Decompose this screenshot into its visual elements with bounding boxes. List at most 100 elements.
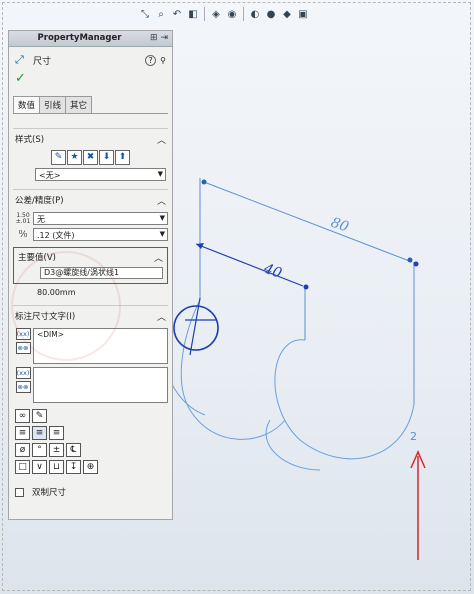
center-dimension-icon[interactable]: ⊗⊗ (15, 342, 31, 354)
dual-dimension-row: 双制尺寸 (15, 486, 166, 498)
style-icon-row: ✎ ★ ✖ ⬇ ⬆ (13, 150, 168, 165)
dimension-text-box-top[interactable]: <DIM> (33, 328, 168, 364)
dual-dimension-checkbox[interactable] (15, 487, 24, 497)
primary-value-group: 主要值(V) ︿ D3@螺旋线/涡状线1 (13, 247, 168, 284)
apply-default-style-icon[interactable]: ✎ (51, 150, 66, 165)
dimension-text-title[interactable]: 标注尺寸文字(I) ︿ (13, 308, 168, 325)
countersink-icon[interactable]: ∨ (32, 460, 47, 474)
tab-leader[interactable]: 引线 (39, 96, 67, 113)
tolerance-type-row: 1.50 ±.01 无 ▼ (13, 212, 168, 225)
tab-value[interactable]: 数值 (13, 96, 41, 113)
view-settings-icon[interactable]: ▣ (296, 7, 310, 21)
dimension-text-value: <DIM> (37, 330, 65, 339)
dual-dimension-label: 双制尺寸 (32, 488, 67, 498)
align-center-icon[interactable]: ≡ (32, 426, 47, 440)
plus-minus-icon[interactable]: ± (49, 443, 64, 457)
dimension-text-row-1: (xx) ⊗⊗ <DIM> (13, 328, 168, 364)
zoom-area-icon[interactable]: ⌕ (154, 7, 168, 21)
square-icon[interactable]: □ (15, 460, 30, 474)
dimension-40-text[interactable]: 40 (261, 260, 284, 282)
helix-curve[interactable] (161, 299, 415, 471)
pin-feature-icon[interactable]: ⚲ (160, 56, 166, 65)
symbol-icon-row-a: ø ° ± ℄ (15, 443, 166, 457)
chevron-up-icon[interactable]: ︿ (154, 251, 163, 264)
ok-checkmark-icon[interactable]: ✓ (9, 69, 172, 88)
dropdown-arrow-icon: ▼ (157, 170, 163, 178)
dimension-40[interactable]: 40 (195, 243, 309, 340)
style-group-title[interactable]: 样式(S) ︿ (13, 131, 168, 148)
panel-tabs: 数值 引线 其它 (13, 96, 168, 113)
tolerance-group-label: 公差/精度(P) (15, 196, 64, 206)
toolbar-divider (243, 7, 244, 21)
zoom-to-fit-icon[interactable]: ⤡ (138, 7, 152, 21)
align-right-icon[interactable]: ≡ (49, 426, 64, 440)
red-pointer-arrow (410, 450, 426, 560)
dimension-text-label: 标注尺寸文字(I) (15, 312, 76, 322)
depth-icon[interactable]: ↧ (66, 460, 81, 474)
style-dropdown-value: <无> (39, 171, 61, 180)
hide-show-icon[interactable]: ◐ (248, 7, 262, 21)
dropdown-arrow-icon: ▼ (159, 230, 165, 238)
inspection-icon[interactable]: (xx) (15, 367, 31, 379)
feature-name: 尺寸 (33, 56, 52, 67)
text-button-column: (xx) ⊗⊗ (13, 367, 33, 393)
help-icon[interactable]: ? (145, 54, 157, 66)
more-symbols-icon[interactable]: ⊕ (83, 460, 98, 474)
toolbar-divider (204, 7, 205, 21)
style-dropdown[interactable]: <无> ▼ (35, 168, 166, 181)
symbol-icon-row-b: □ ∨ ⊔ ↧ ⊕ (15, 460, 166, 474)
tolerance-type-icon: 1.50 ±.01 (15, 211, 31, 225)
update-style-icon[interactable]: ★ (67, 150, 82, 165)
dimension-80-text[interactable]: 80 (329, 215, 351, 236)
tolerance-type-dropdown[interactable]: 无 ▼ (33, 212, 168, 225)
precision-value: .12 (文件) (37, 231, 75, 240)
text-button-column: (xx) ⊗⊗ (13, 328, 33, 354)
marker-2-label: 2 (410, 430, 417, 443)
remove-icon[interactable]: ✎ (32, 409, 47, 423)
precision-dropdown[interactable]: .12 (文件) ▼ (33, 228, 168, 241)
chevron-up-icon[interactable]: ︿ (157, 310, 166, 323)
heads-up-view-toolbar: ⤡ ⌕ ↶ ◧ ◈ ◉ ◐ ● ◆ ▣ (138, 4, 310, 24)
offset-text-icon[interactable]: ⊗⊗ (15, 381, 31, 393)
tolerance-group: 公差/精度(P) ︿ 1.50 ±.01 无 ▼ ⁰⁄₀ .12 (文件) ▼ (13, 189, 168, 241)
edit-appearance-icon[interactable]: ● (264, 7, 278, 21)
primary-value-field[interactable]: 80.00mm (37, 288, 168, 297)
style-group: 样式(S) ︿ ✎ ★ ✖ ⬇ ⬆ <无> ▼ (13, 128, 168, 181)
property-manager-panel: PropertyManager ⊞ ⇥ ⤢ 尺寸 ? ⚲ ✓ 数值 引线 其它 … (8, 30, 173, 520)
counterbore-icon[interactable]: ⊔ (49, 460, 64, 474)
parentheses-icon[interactable]: (xx) (15, 328, 31, 340)
tolerance-group-title[interactable]: 公差/精度(P) ︿ (13, 192, 168, 209)
previous-view-icon[interactable]: ↶ (170, 7, 184, 21)
tolerance-type-value: 无 (37, 215, 45, 224)
dropdown-arrow-icon: ▼ (159, 214, 165, 222)
precision-row: ⁰⁄₀ .12 (文件) ▼ (13, 228, 168, 241)
view-orientation-icon[interactable]: ◈ (209, 7, 223, 21)
align-left-icon[interactable]: ≡ (15, 426, 30, 440)
apply-scene-icon[interactable]: ◆ (280, 7, 294, 21)
load-style-icon[interactable]: ⬆ (115, 150, 130, 165)
style-group-label: 样式(S) (15, 135, 45, 145)
dimension-text-box-bottom[interactable] (33, 367, 168, 403)
primary-value-title[interactable]: 主要值(V) ︿ (16, 249, 165, 266)
primary-value-label: 主要值(V) (18, 253, 56, 263)
tab-divider (13, 113, 168, 114)
pin-icon[interactable]: ⊞ ⇥ (150, 33, 168, 43)
smart-dimension-icon: ⤢ (15, 53, 24, 66)
centerline-icon[interactable]: ℄ (66, 443, 81, 457)
primary-value-name-field[interactable]: D3@螺旋线/涡状线1 (40, 267, 163, 279)
property-manager-header: PropertyManager ⊞ ⇥ (9, 31, 172, 47)
chevron-up-icon[interactable]: ︿ (157, 133, 166, 146)
display-style-icon[interactable]: ◉ (225, 7, 239, 21)
degree-icon[interactable]: ° (32, 443, 47, 457)
helix-profile[interactable] (173, 297, 219, 356)
delete-style-icon[interactable]: ✖ (83, 150, 98, 165)
section-view-icon[interactable]: ◧ (186, 7, 200, 21)
precision-icon: ⁰⁄₀ (18, 229, 28, 240)
tab-other[interactable]: 其它 (65, 96, 93, 113)
diameter-icon[interactable]: ø (15, 443, 30, 457)
save-style-icon[interactable]: ⬇ (99, 150, 114, 165)
add-parentheses-icon[interactable]: ∞ (15, 409, 30, 423)
dimension-text-group: 标注尺寸文字(I) ︿ (xx) ⊗⊗ <DIM> (xx) ⊗⊗ ∞ ✎ ≡ (13, 305, 168, 474)
dimension-80[interactable]: 80 (199, 178, 419, 404)
chevron-up-icon[interactable]: ︿ (157, 194, 166, 207)
